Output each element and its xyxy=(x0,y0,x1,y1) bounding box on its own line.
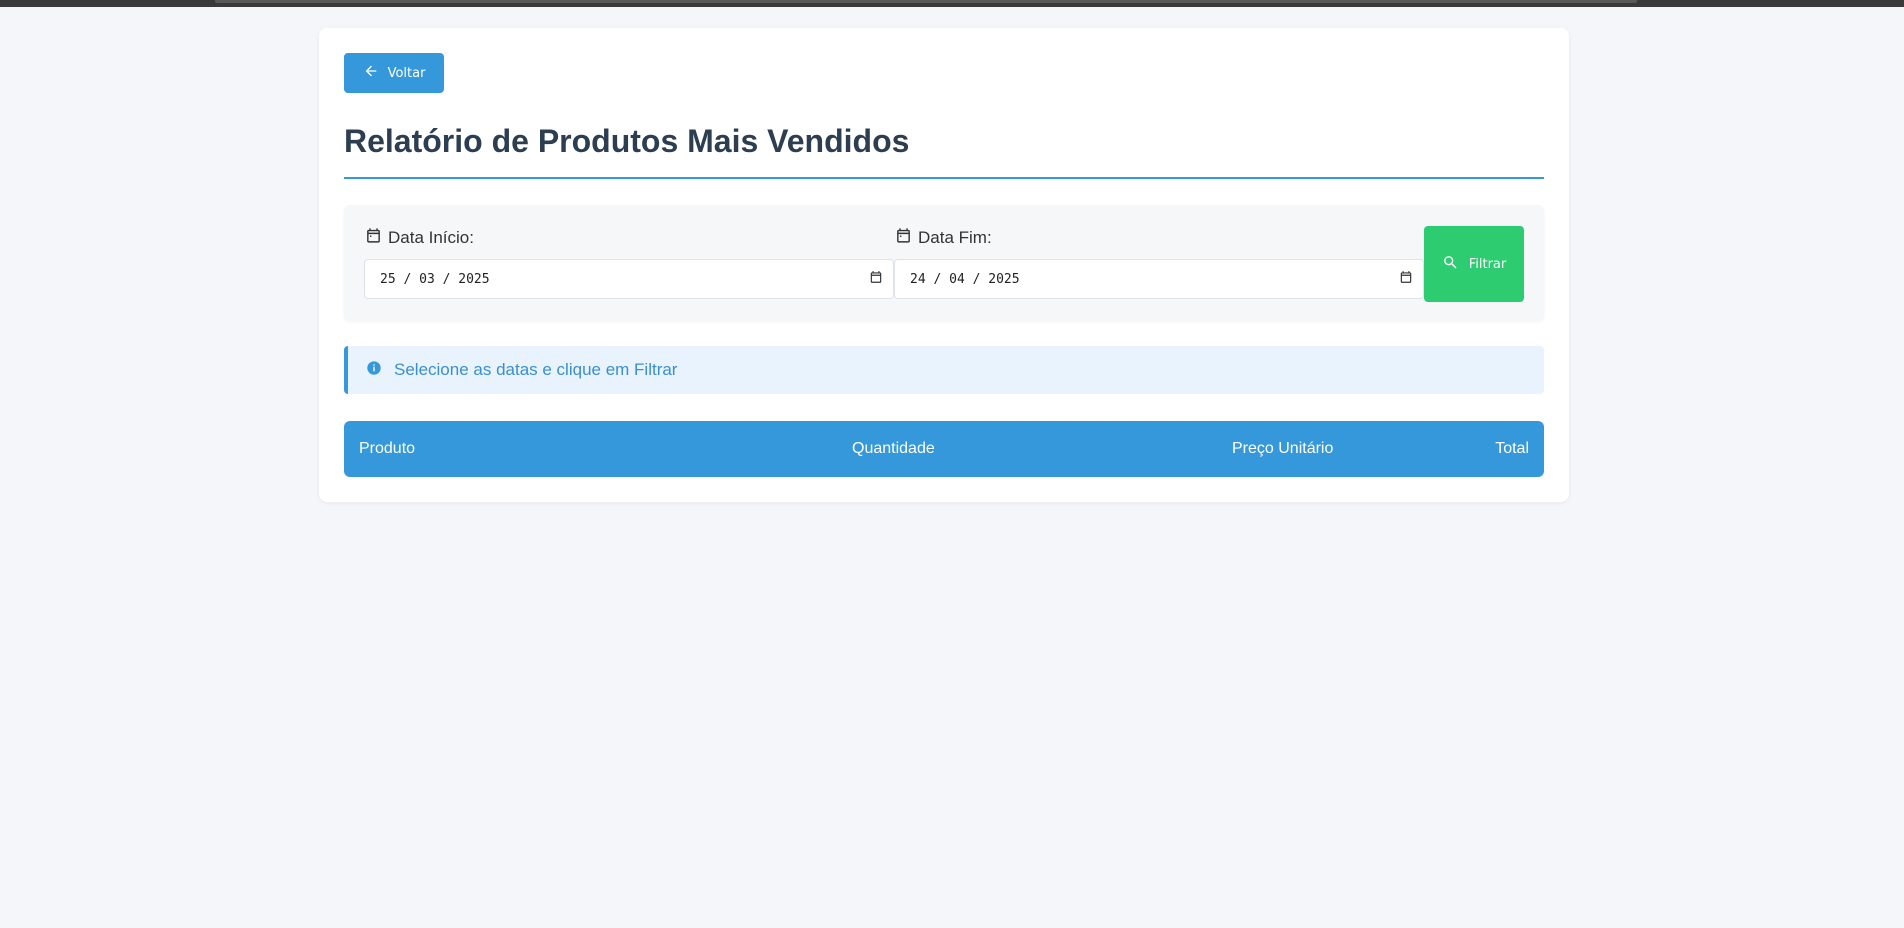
report-card: Voltar Relatório de Produtos Mais Vendid… xyxy=(319,28,1569,502)
info-message: Selecione as datas e clique em Filtrar xyxy=(394,360,678,379)
title-divider xyxy=(344,177,1544,179)
end-date-label-text: Data Fim: xyxy=(918,228,992,247)
calendar-picker-icon[interactable] xyxy=(869,270,883,288)
filter-panel: Data Início: 25 / 03 / 2025 Data Fim: 24… xyxy=(344,205,1544,321)
back-button-label: Voltar xyxy=(387,65,426,81)
end-date-value: 24 / 04 / 2025 xyxy=(910,271,1020,287)
start-date-value: 25 / 03 / 2025 xyxy=(380,271,490,287)
table-header: Produto Quantidade Preço Unitário Total xyxy=(344,421,1544,477)
column-header-preco-unitario: Preço Unitário xyxy=(1232,440,1334,457)
calendar-picker-icon[interactable] xyxy=(1399,270,1413,288)
column-header-total: Total xyxy=(1495,440,1529,457)
start-date-label: Data Início: xyxy=(365,227,474,249)
back-button[interactable]: Voltar xyxy=(344,53,444,93)
start-date-label-text: Data Início: xyxy=(388,228,474,247)
arrow-left-icon xyxy=(363,63,379,83)
column-header-produto: Produto xyxy=(359,440,416,457)
info-icon xyxy=(366,360,382,381)
filter-button[interactable]: Filtrar xyxy=(1424,226,1524,302)
page-title: Relatório de Produtos Mais Vendidos xyxy=(344,123,910,159)
browser-top-bar xyxy=(0,0,1904,7)
end-date-input[interactable]: 24 / 04 / 2025 xyxy=(894,259,1424,299)
end-date-label: Data Fim: xyxy=(895,227,992,249)
start-date-input[interactable]: 25 / 03 / 2025 xyxy=(364,259,894,299)
info-alert: Selecione as datas e clique em Filtrar xyxy=(344,346,1544,394)
calendar-icon xyxy=(895,227,912,249)
column-header-quantidade: Quantidade xyxy=(852,440,935,457)
filter-button-label: Filtrar xyxy=(1468,256,1507,272)
calendar-icon xyxy=(365,227,382,249)
top-scrollbar[interactable] xyxy=(215,0,1637,3)
search-icon xyxy=(1442,254,1459,275)
